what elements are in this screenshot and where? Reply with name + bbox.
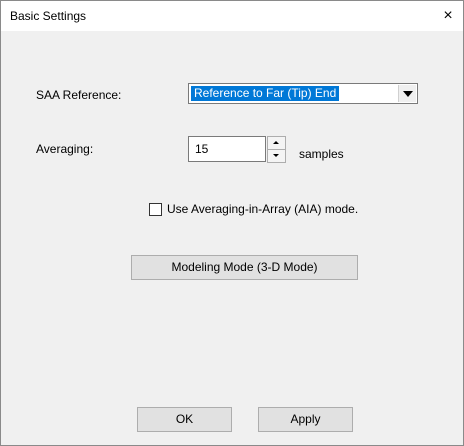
spin-down-icon[interactable] [267,149,286,163]
averaging-spinner[interactable] [267,136,286,163]
saa-reference-select[interactable]: Reference to Far (Tip) End [188,83,418,104]
averaging-unit-label: samples [299,147,344,161]
basic-settings-dialog: Basic Settings × SAA Reference: Referenc… [0,0,464,446]
saa-reference-label: SAA Reference: [36,88,122,102]
title-bar[interactable]: Basic Settings × [1,1,463,31]
apply-button[interactable]: Apply [258,407,353,432]
averaging-value: 15 [195,142,209,156]
aia-mode-checkbox[interactable] [149,203,162,216]
averaging-input[interactable]: 15 [188,136,266,162]
averaging-label: Averaging: [36,142,94,156]
ok-button[interactable]: OK [137,407,232,432]
dialog-title: Basic Settings [10,9,87,23]
close-icon[interactable]: × [433,1,463,31]
modeling-mode-button[interactable]: Modeling Mode (3-D Mode) [131,255,358,280]
spin-up-icon[interactable] [267,136,286,150]
chevron-down-icon[interactable] [398,85,416,102]
saa-reference-value: Reference to Far (Tip) End [191,86,340,101]
aia-mode-label[interactable]: Use Averaging-in-Array (AIA) mode. [167,202,358,216]
